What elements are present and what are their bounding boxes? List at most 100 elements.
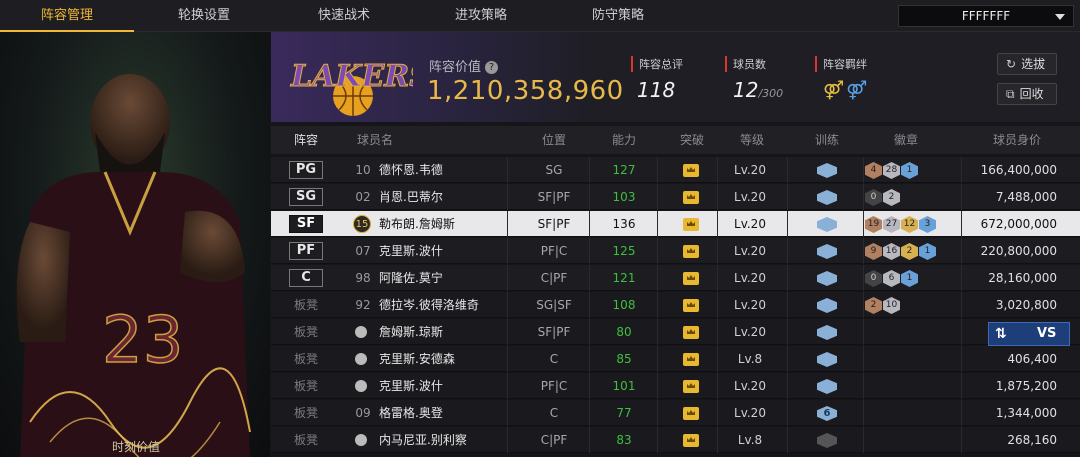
player-name[interactable]: 内马尼亚.别利察 <box>379 427 519 453</box>
table-row[interactable]: SF 15 勒布朗.詹姆斯 SF|PF 136 Lv.20 19 27 12 3 672,000,0… <box>271 211 1080 237</box>
crown-icon[interactable] <box>683 407 699 420</box>
badge-list[interactable]: 2 10 <box>865 296 965 314</box>
player-name[interactable]: 肖恩.巴蒂尔 <box>379 184 519 210</box>
badge-list[interactable] <box>865 323 965 341</box>
badge-list[interactable] <box>865 377 965 395</box>
tab-quick-tactics[interactable]: 快速战术 <box>274 0 414 32</box>
table-row[interactable]: C 98 阿隆佐.莫宁 C|PF 121 Lv.20 0 6 1 28,160,000 <box>271 265 1080 291</box>
bench-label[interactable]: 板凳 <box>289 292 323 318</box>
tab-rotation[interactable]: 轮换设置 <box>134 0 274 32</box>
table-row[interactable]: PG 10 德怀恩.韦德 SG 127 Lv.20 4 28 1 166,400,000 <box>271 157 1080 183</box>
recycle-button[interactable]: ⧉ 回收 <box>997 83 1057 105</box>
table-row[interactable]: 板凳 内马尼亚.别利察 C|PF 83 Lv.8 268,160 <box>271 427 1080 453</box>
player-ability: 121 <box>612 271 636 285</box>
bench-label[interactable]: 板凳 <box>289 400 323 426</box>
player-salary: 1,875,200 <box>995 379 1057 393</box>
badge-list[interactable]: 02 <box>865 188 965 206</box>
col-training[interactable]: 训练 <box>801 126 853 154</box>
badge-silver-icon: 10 <box>883 297 900 314</box>
badge-list[interactable] <box>865 431 965 449</box>
badge-list[interactable] <box>865 404 965 422</box>
col-badges[interactable]: 徽章 <box>881 126 931 154</box>
table-row[interactable]: 板凳 詹姆斯.琼斯 SF|PF 80 Lv.20 <box>271 319 1080 345</box>
player-name[interactable]: 德怀恩.韦德 <box>379 157 519 183</box>
player-name[interactable]: 克里斯.波什 <box>379 238 519 264</box>
col-position[interactable]: 位置 <box>519 126 589 154</box>
player-name[interactable]: 克里斯.波什 <box>379 373 519 399</box>
player-position: SG|SF <box>536 298 572 312</box>
col-level[interactable]: 等级 <box>727 126 777 154</box>
crown-icon[interactable] <box>683 245 699 258</box>
column-divider <box>589 319 590 345</box>
badge-list[interactable] <box>865 350 965 368</box>
tab-offense[interactable]: 进攻策略 <box>414 0 548 32</box>
col-salary[interactable]: 球员身价 <box>977 126 1057 154</box>
team-bond-icons[interactable]: ⚤ ⚤ <box>823 80 867 101</box>
lineup-slot-badge[interactable]: PF <box>289 242 323 260</box>
crown-icon[interactable] <box>683 326 699 339</box>
col-player-name[interactable]: 球员名 <box>345 126 405 154</box>
team-select[interactable]: FFFFFFF <box>898 5 1074 27</box>
column-divider <box>507 157 508 183</box>
crown-icon[interactable] <box>683 218 699 231</box>
table-row[interactable]: 板凳 克里斯.波什 PF|C 101 Lv.20 1,875,200 <box>271 373 1080 399</box>
lineup-slot-badge[interactable]: SF <box>289 215 323 233</box>
crown-icon[interactable] <box>683 272 699 285</box>
bench-label[interactable]: 板凳 <box>289 346 323 372</box>
svg-text:23: 23 <box>102 304 183 378</box>
badge-blue-icon: 1 <box>901 270 918 287</box>
crown-icon[interactable] <box>683 380 699 393</box>
crown-icon[interactable] <box>683 353 699 366</box>
table-row[interactable]: SG 02 肖恩.巴蒂尔 SF|PF 103 Lv.20 0 2 7,488,000 <box>271 184 1080 210</box>
scout-button[interactable]: ↻ 选拔 <box>997 53 1057 75</box>
crown-icon[interactable] <box>683 299 699 312</box>
player-salary: 166,400,000 <box>980 163 1057 177</box>
lineup-value-label: 阵容价值 <box>429 60 482 75</box>
badge-list[interactable]: 9 16 2 1 <box>865 242 965 260</box>
crown-icon[interactable] <box>683 191 699 204</box>
bench-label[interactable]: 板凳 <box>289 319 323 345</box>
compare-button[interactable]: ⇅ VS <box>988 322 1070 346</box>
col-ability[interactable]: 能力 <box>599 126 649 154</box>
column-divider <box>787 319 788 345</box>
table-row[interactable]: 板凳 09 格雷格.奥登 C 77 Lv.20 6 1,344,000 <box>271 400 1080 426</box>
lineup-slot-badge[interactable]: C <box>289 269 323 287</box>
player-name[interactable]: 格雷格.奥登 <box>379 400 519 426</box>
tab-defense[interactable]: 防守策略 <box>548 0 688 32</box>
player-name[interactable]: 克里斯.安德森 <box>379 346 519 372</box>
signal-bars-icon <box>355 434 367 446</box>
crown-icon[interactable] <box>683 164 699 177</box>
player-ability: 136 <box>612 217 636 231</box>
table-row[interactable]: PF 07 克里斯.波什 PF|C 125 Lv.20 9 16 2 1 220,800,000 <box>271 238 1080 264</box>
player-level: Lv.20 <box>734 217 766 231</box>
bond-gold-icon: ⚤ <box>823 80 845 101</box>
col-lineup[interactable]: 阵容 <box>281 126 331 154</box>
lineup-slot-badge[interactable]: PG <box>289 161 323 179</box>
help-icon[interactable]: ? <box>485 61 499 74</box>
tab-lineup[interactable]: 阵容管理 <box>0 0 134 32</box>
player-name[interactable]: 德拉岑.彼得洛维奇 <box>379 292 519 318</box>
player-level: Lv.20 <box>734 271 766 285</box>
player-name[interactable]: 勒布朗.詹姆斯 <box>379 211 519 237</box>
col-breakthrough[interactable]: 突破 <box>667 126 717 154</box>
column-divider <box>717 319 718 345</box>
table-row[interactable]: 板凳 克里斯.安德森 C 85 Lv.8 406,400 <box>271 346 1080 372</box>
training-count: 6 <box>823 408 831 419</box>
crown-icon[interactable] <box>683 434 699 447</box>
table-row[interactable]: 板凳 92 德拉岑.彼得洛维奇 SG|SF 108 Lv.20 2 10 3,020,800 <box>271 292 1080 318</box>
player-name[interactable]: 詹姆斯.琼斯 <box>379 319 519 345</box>
badge-list[interactable]: 19 27 12 3 <box>865 215 965 233</box>
bench-label[interactable]: 板凳 <box>289 427 323 453</box>
badge-list[interactable]: 4 28 1 <box>865 161 965 179</box>
player-name[interactable]: 阿隆佐.莫宁 <box>379 265 519 291</box>
player-ability: 85 <box>616 352 632 366</box>
lineup-slot-badge[interactable]: SG <box>289 188 323 206</box>
bond-blue-icon: ⚤ <box>846 80 868 101</box>
column-divider <box>787 238 788 264</box>
player-salary: 672,000,000 <box>980 217 1057 231</box>
lineup-value: 1,210,358,960 <box>427 76 624 106</box>
bench-label[interactable]: 板凳 <box>289 373 323 399</box>
column-divider <box>589 157 590 183</box>
training-count <box>817 217 837 232</box>
badge-list[interactable]: 061 <box>865 269 965 287</box>
